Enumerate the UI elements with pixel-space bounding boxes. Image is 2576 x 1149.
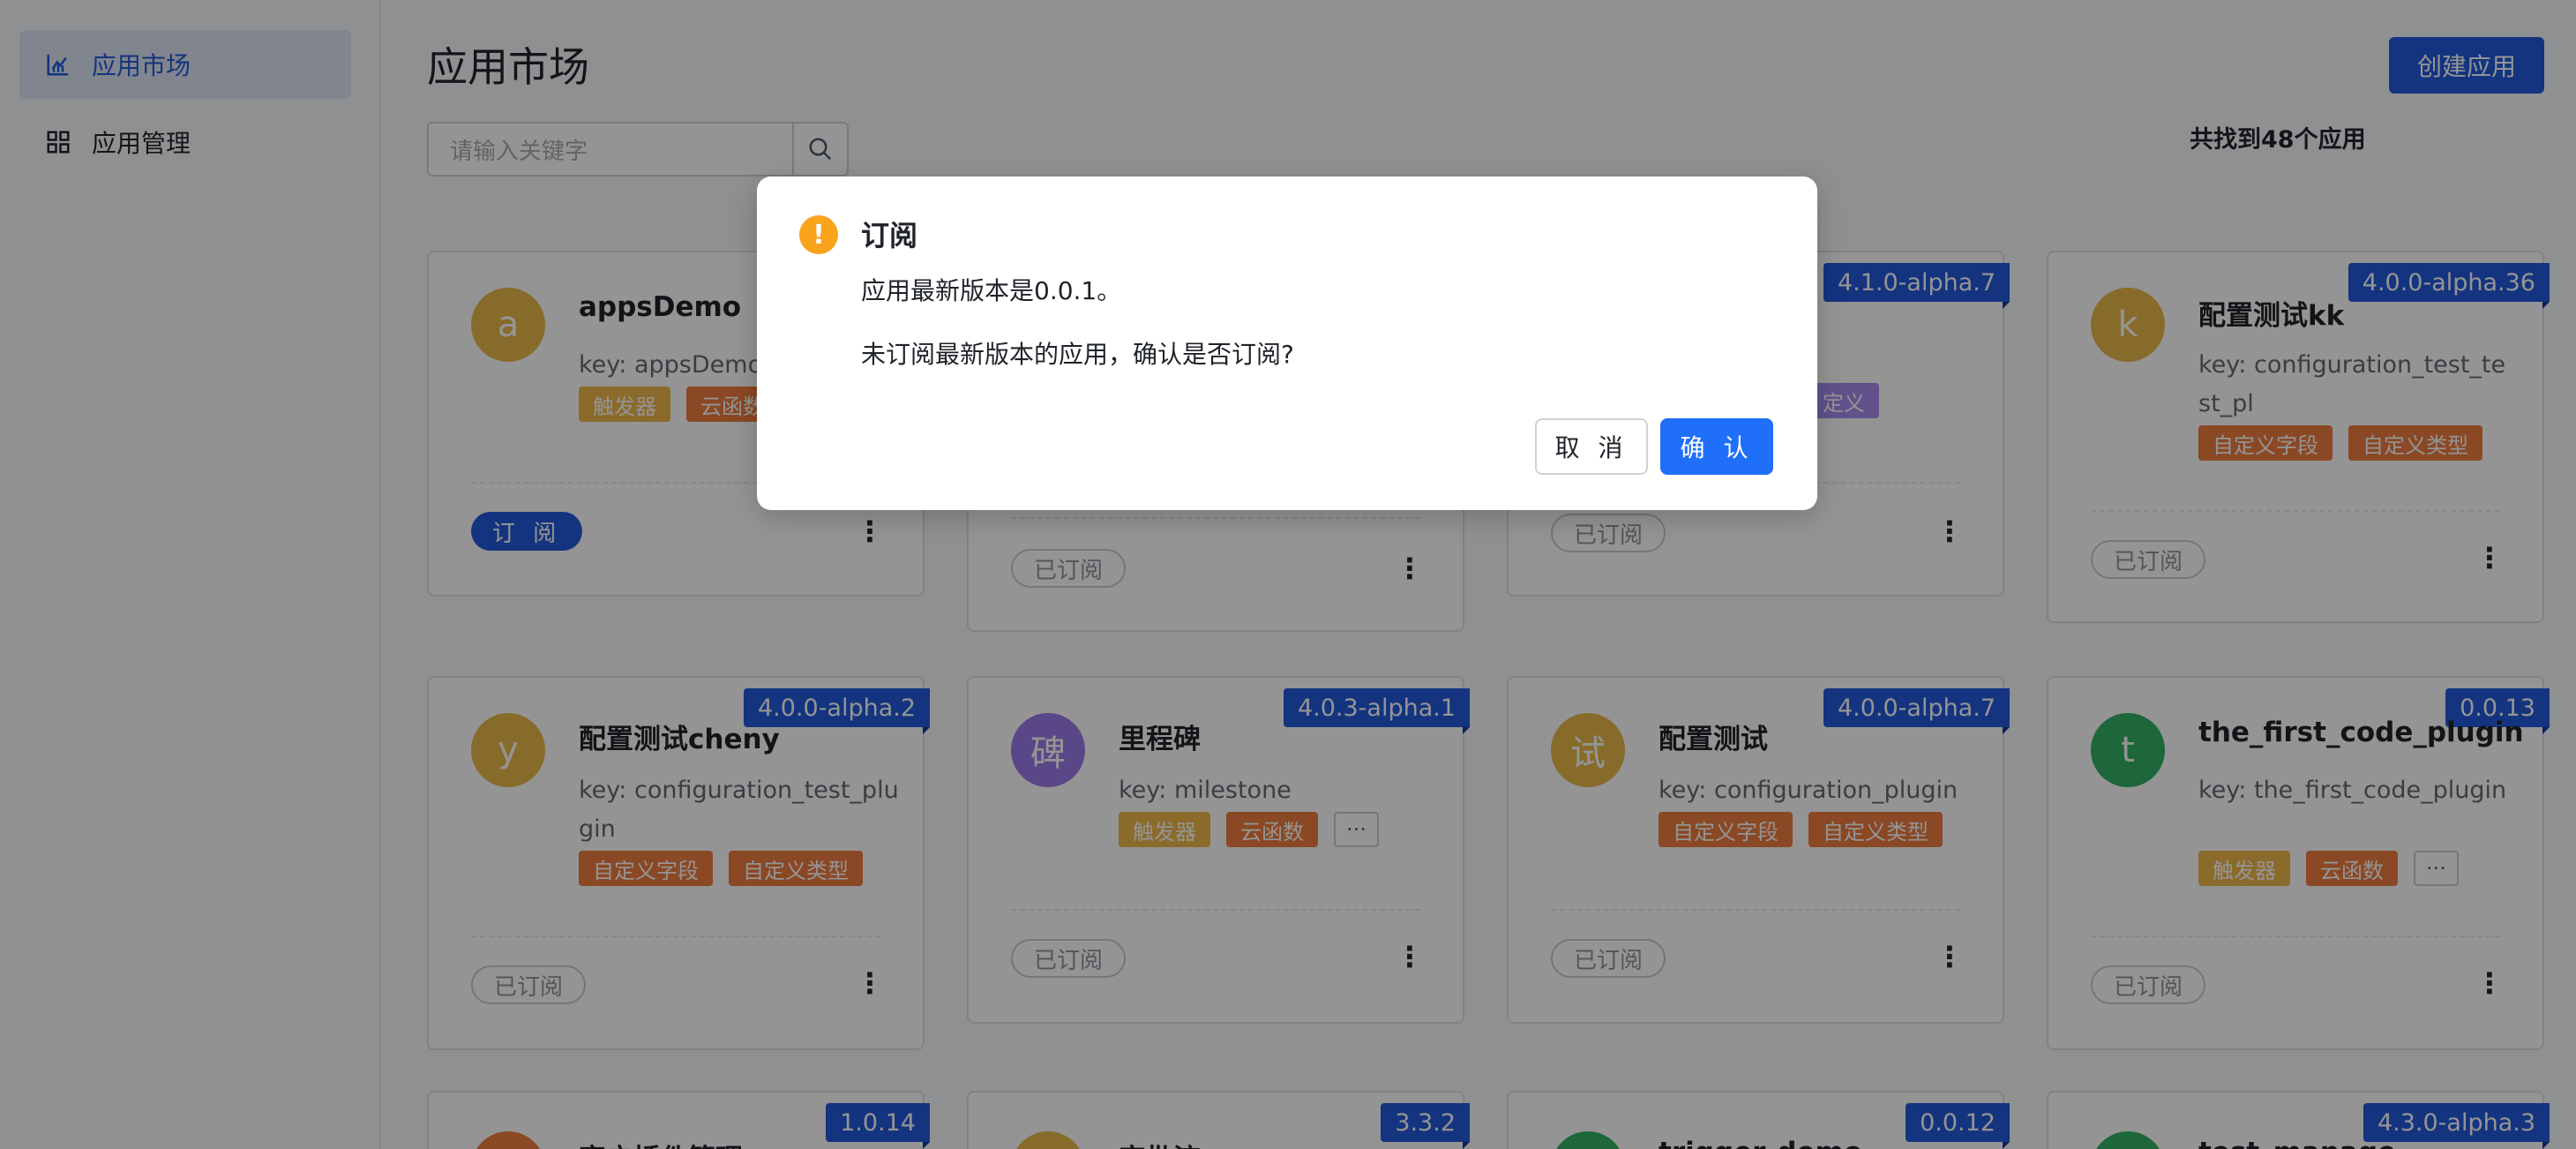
confirm-button[interactable]: 确 认 bbox=[1660, 418, 1773, 475]
subscribe-dialog: ! 订阅 应用最新版本是0.0.1。 未订阅最新版本的应用，确认是否订阅? 取 … bbox=[757, 176, 1817, 510]
dialog-message-confirm: 未订阅最新版本的应用，确认是否订阅? bbox=[861, 340, 1294, 369]
warning-icon: ! bbox=[799, 215, 838, 254]
dialog-message-version: 应用最新版本是0.0.1。 bbox=[861, 276, 1122, 305]
modal-overlay[interactable] bbox=[0, 0, 2576, 1149]
dialog-title: 订阅 bbox=[861, 219, 918, 252]
cancel-button[interactable]: 取 消 bbox=[1535, 418, 1648, 475]
